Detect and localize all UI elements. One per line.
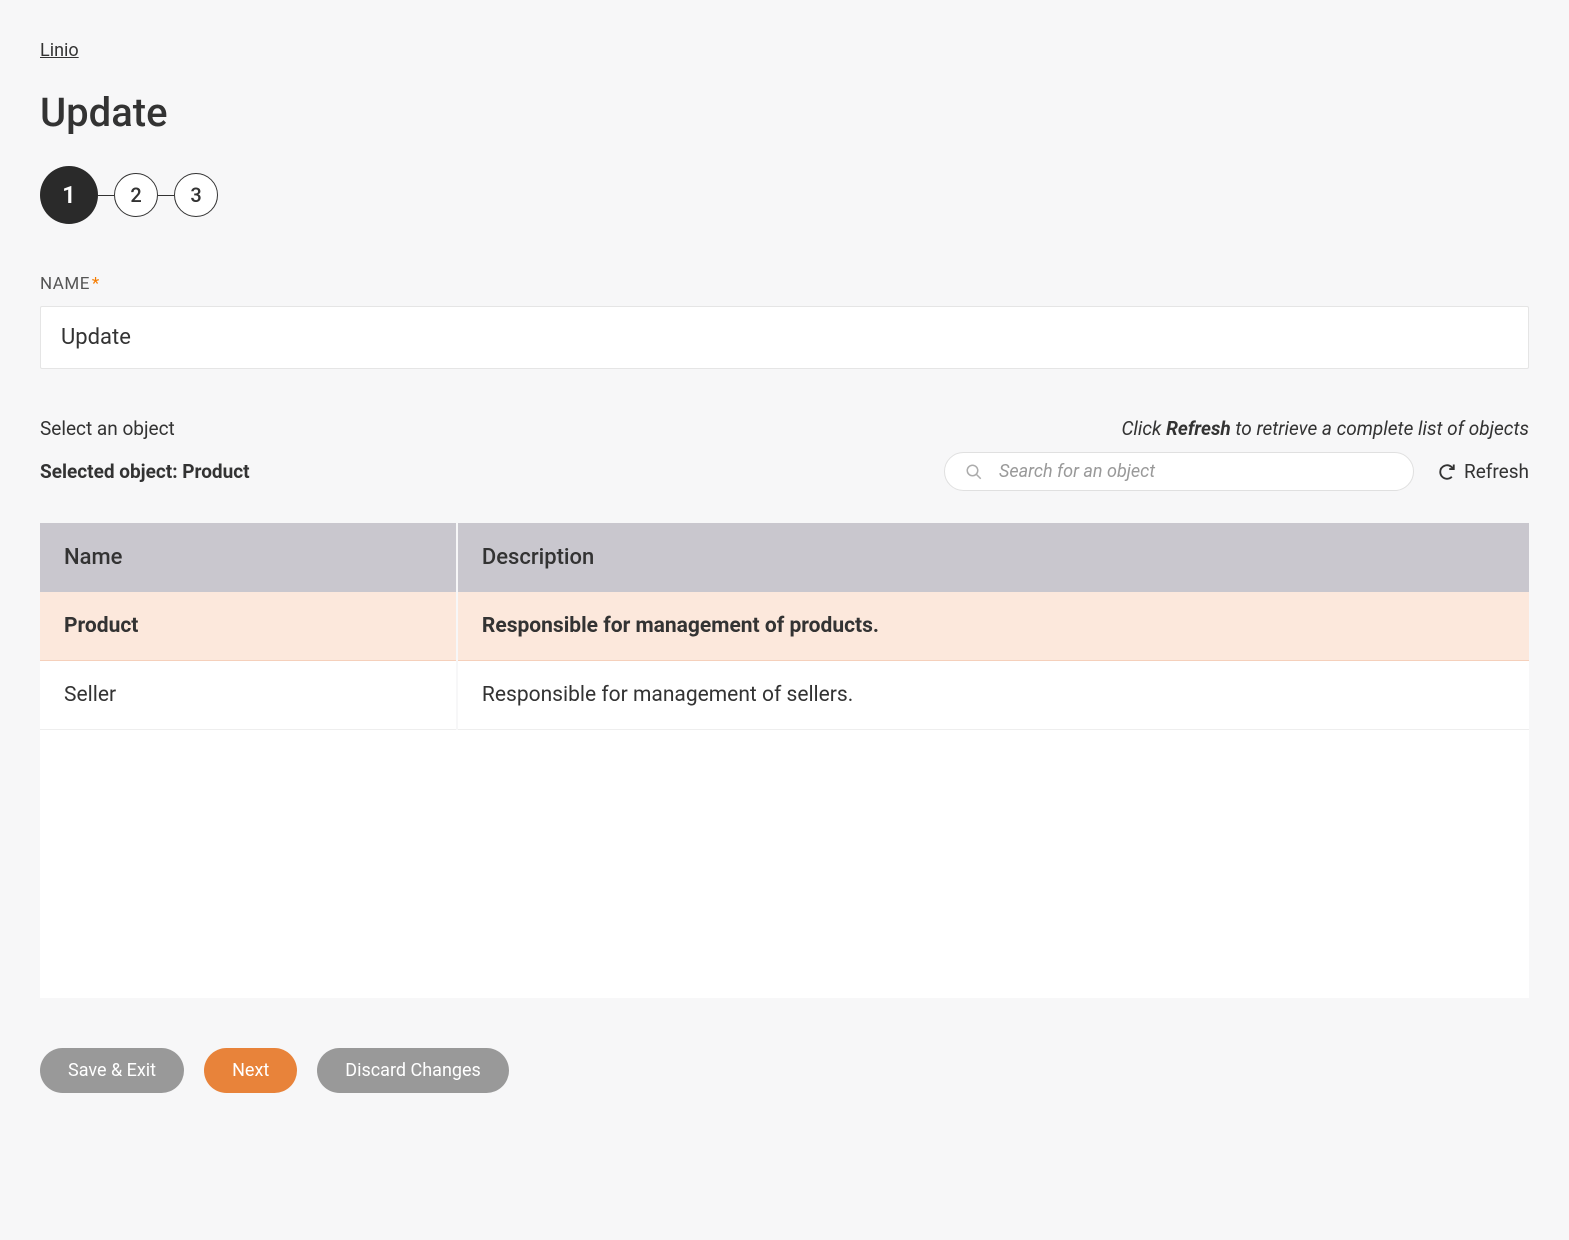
object-section-header: Select an object Click Refresh to retrie…: [40, 417, 1529, 440]
name-input[interactable]: [40, 306, 1529, 369]
step-connector: [158, 195, 174, 196]
row-description-cell: Responsible for management of products.: [457, 592, 1529, 661]
selected-object-label: Selected object: Product: [40, 460, 250, 483]
breadcrumb-link[interactable]: Linio: [40, 40, 79, 61]
search-box[interactable]: [944, 452, 1414, 491]
object-section-controls: Selected object: Product Refresh: [40, 452, 1529, 491]
table-row[interactable]: Product Responsible for management of pr…: [40, 592, 1529, 661]
col-name-header: Name: [40, 523, 457, 592]
hint-suffix: to retrieve a complete list of objects: [1231, 417, 1529, 440]
row-name-cell: Product: [40, 592, 457, 661]
selected-value: Product: [182, 460, 249, 483]
name-label-text: NAME: [40, 274, 90, 294]
object-table-container: Name Description Product Responsible for…: [40, 523, 1529, 998]
hint-prefix: Click: [1121, 417, 1166, 440]
selected-prefix: Selected object:: [40, 460, 182, 483]
search-input[interactable]: [999, 461, 1393, 482]
row-description-cell: Responsible for management of sellers.: [457, 661, 1529, 730]
step-1[interactable]: 1: [40, 166, 98, 224]
table-row[interactable]: Seller Responsible for management of sel…: [40, 661, 1529, 730]
search-refresh-group: Refresh: [944, 452, 1529, 491]
save-exit-button[interactable]: Save & Exit: [40, 1048, 184, 1093]
page-title: Update: [40, 89, 1529, 136]
step-2[interactable]: 2: [114, 173, 158, 217]
next-button[interactable]: Next: [204, 1048, 297, 1093]
step-connector: [98, 195, 114, 196]
hint-bold: Refresh: [1166, 417, 1231, 440]
refresh-button[interactable]: Refresh: [1438, 460, 1529, 483]
refresh-hint: Click Refresh to retrieve a complete lis…: [1121, 417, 1529, 440]
required-asterisk: *: [92, 274, 100, 294]
row-name-cell: Seller: [40, 661, 457, 730]
main-container: Linio Update 1 2 3 NAME* Select an objec…: [40, 40, 1529, 1093]
object-table: Name Description Product Responsible for…: [40, 523, 1529, 730]
select-object-label: Select an object: [40, 417, 175, 440]
col-description-header: Description: [457, 523, 1529, 592]
refresh-label: Refresh: [1464, 460, 1529, 483]
name-field-label: NAME*: [40, 274, 1529, 294]
search-icon: [965, 463, 983, 481]
discard-button[interactable]: Discard Changes: [317, 1048, 509, 1093]
stepper: 1 2 3: [40, 166, 1529, 224]
footer-buttons: Save & Exit Next Discard Changes: [40, 1048, 1529, 1093]
step-3[interactable]: 3: [174, 173, 218, 217]
refresh-icon: [1438, 463, 1456, 481]
